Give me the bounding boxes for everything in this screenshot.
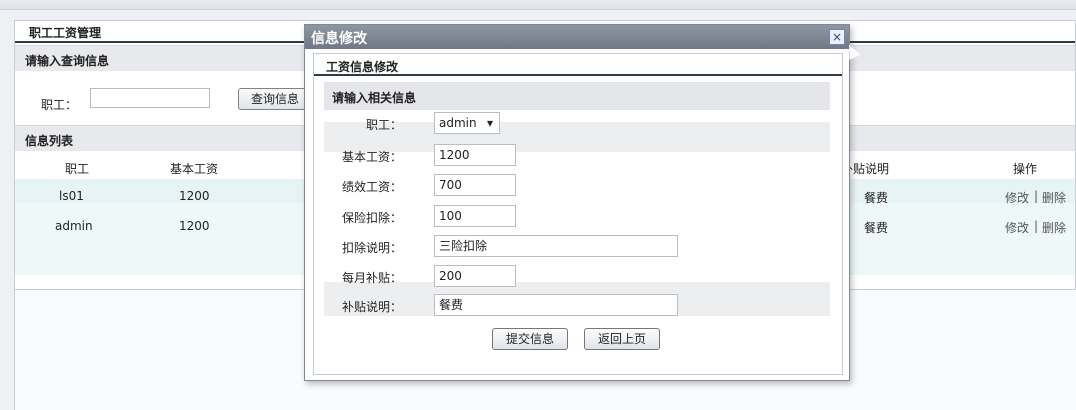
back-button[interactable]: 返回上页 — [584, 328, 660, 350]
subsidy-note-input[interactable]: 餐费 — [434, 294, 678, 316]
dialog-header[interactable]: 信息修改 × — [305, 25, 849, 49]
query-section-title: 请输入查询信息 — [25, 54, 110, 68]
dialog-title: 信息修改 — [311, 31, 367, 47]
employee-select-value: admin — [439, 116, 477, 130]
query-employee-input[interactable] — [90, 88, 210, 108]
row1-employee: ls01 — [59, 189, 84, 203]
close-icon[interactable]: × — [829, 29, 845, 45]
col-actions: 操作 — [1013, 162, 1038, 176]
dialog-subtitle-bar: 工资信息修改 — [314, 54, 842, 76]
col-employee: 职工 — [65, 162, 90, 176]
employee-select[interactable]: admin ▾ — [434, 112, 500, 134]
dialog-subtitle: 工资信息修改 — [326, 60, 399, 74]
row1-subsidy-note: 餐费 — [864, 191, 889, 205]
row1-edit-link[interactable]: 修改 — [1005, 189, 1029, 206]
row2-subsidy-note: 餐费 — [864, 221, 889, 235]
top-bar — [0, 0, 1076, 10]
base-salary-label: 基本工资： — [341, 150, 402, 164]
submit-button[interactable]: 提交信息 — [492, 328, 568, 350]
row2-delete-link[interactable]: 删除 — [1042, 219, 1066, 236]
dialog-content: 工资信息修改 请输入相关信息 职工： admin ▾ 基本工资： 1200 绩效… — [313, 53, 843, 375]
edit-dialog: 信息修改 × 工资信息修改 请输入相关信息 职工： admin ▾ 基本工资： … — [304, 24, 850, 381]
row2-separator: | — [1034, 219, 1039, 233]
dialog-prompt: 请输入相关信息 — [332, 91, 417, 105]
page-title: 职工工资管理 — [29, 26, 102, 40]
performance-label: 绩效工资： — [341, 180, 402, 194]
insurance-label: 保险扣除： — [341, 211, 402, 225]
row2-edit-link[interactable]: 修改 — [1005, 219, 1029, 236]
deduction-note-input[interactable]: 三险扣除 — [434, 235, 678, 257]
base-salary-input[interactable]: 1200 — [434, 144, 516, 166]
insurance-input[interactable]: 100 — [434, 205, 516, 227]
monthly-subsidy-label: 每月补贴： — [341, 271, 402, 285]
row1-delete-link[interactable]: 删除 — [1042, 189, 1066, 206]
subsidy-note-label: 补贴说明： — [341, 300, 402, 314]
row2-base: 1200 — [179, 219, 210, 233]
col-base-salary: 基本工资 — [170, 162, 219, 176]
dialog-prompt-bar: 请输入相关信息 — [324, 82, 830, 110]
monthly-subsidy-input[interactable]: 200 — [434, 265, 516, 287]
deduction-note-label: 扣除说明： — [341, 241, 402, 255]
row1-base: 1200 — [179, 189, 210, 203]
performance-input[interactable]: 700 — [434, 174, 516, 196]
query-button[interactable]: 查询信息 — [238, 88, 312, 110]
employee-label: 职工： — [365, 118, 402, 132]
query-employee-label: 职工： — [41, 98, 78, 112]
list-section-title: 信息列表 — [25, 134, 74, 148]
row1-separator: | — [1034, 189, 1039, 203]
row2-employee: admin — [55, 219, 93, 233]
chevron-down-icon: ▾ — [486, 116, 493, 130]
